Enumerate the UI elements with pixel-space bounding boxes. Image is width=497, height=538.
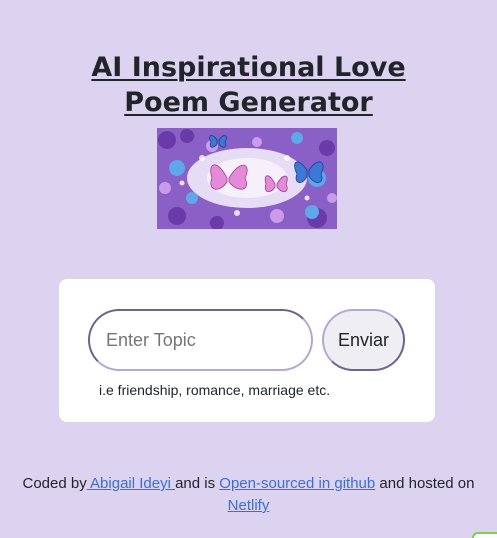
github-link[interactable]: Open-sourced in github: [219, 475, 375, 492]
footer-coded-by: Coded by: [22, 475, 87, 492]
corner-badge[interactable]: [472, 532, 497, 538]
topic-hint: i.e friendship, romance, marriage etc.: [99, 382, 331, 398]
netlify-link[interactable]: Netlify: [228, 497, 270, 514]
author-link[interactable]: Abigail Ideyi: [87, 475, 175, 492]
hero-image: [157, 128, 337, 229]
page-title: AI Inspirational Love Poem Generator: [91, 52, 406, 118]
poem-form-card: Enviar i.e friendship, romance, marriage…: [59, 279, 435, 422]
footer: Coded by Abigail Ideyi and is Open-sourc…: [0, 473, 497, 517]
footer-hosted-on: and hosted on: [379, 475, 475, 492]
submit-button[interactable]: Enviar: [322, 309, 405, 371]
footer-and-is: and is: [175, 475, 216, 492]
topic-input[interactable]: [88, 309, 313, 371]
